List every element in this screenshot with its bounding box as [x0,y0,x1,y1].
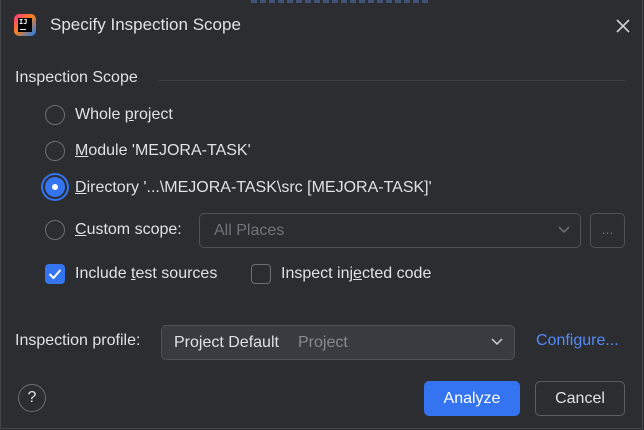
chevron-down-icon [558,226,570,234]
radio-module[interactable] [45,141,65,161]
include-test-sources-label[interactable]: Include test sources [75,265,217,283]
close-icon[interactable] [611,14,635,38]
configure-link[interactable]: Configure... [536,332,619,350]
directory-label[interactable]: Directory '...\MEJORA-TASK\src [MEJORA-T… [75,179,432,197]
section-divider [159,80,625,81]
analyze-button[interactable]: Analyze [424,381,520,416]
inspect-injected-code-label[interactable]: Inspect injected code [281,265,431,283]
radio-whole-project[interactable] [45,105,65,125]
include-test-sources-checkbox[interactable] [45,264,65,284]
radio-custom-scope[interactable] [45,220,65,240]
module-label[interactable]: Module 'MEJORA-TASK' [75,142,251,160]
help-icon[interactable]: ? [18,384,46,412]
inspect-injected-code-checkbox[interactable] [251,264,271,284]
intellij-logo-icon: IJ [14,14,36,36]
inspection-scope-dialog: IJ Specify Inspection Scope Inspection S… [0,0,643,429]
inspection-profile-label: Inspection profile: [15,332,141,349]
radio-directory[interactable] [45,177,65,197]
profile-scope-hint: Project [298,334,348,351]
inspection-profile-dropdown[interactable]: Project Default Project [161,325,515,360]
checkmark-icon [49,269,61,279]
chevron-down-icon [491,338,503,346]
custom-scope-value: All Places [214,222,285,239]
whole-project-label[interactable]: Whole project [75,106,173,124]
scope-section-label: Inspection Scope [15,69,138,86]
title-bar: IJ Specify Inspection Scope [1,0,644,52]
browse-scope-button[interactable]: ... [590,213,625,248]
profile-value: Project Default [174,334,279,351]
cancel-button[interactable]: Cancel [535,381,625,416]
dialog-title: Specify Inspection Scope [50,15,241,34]
custom-scope-dropdown[interactable]: All Places [199,213,581,248]
custom-scope-label[interactable]: Custom scope: [75,221,182,239]
